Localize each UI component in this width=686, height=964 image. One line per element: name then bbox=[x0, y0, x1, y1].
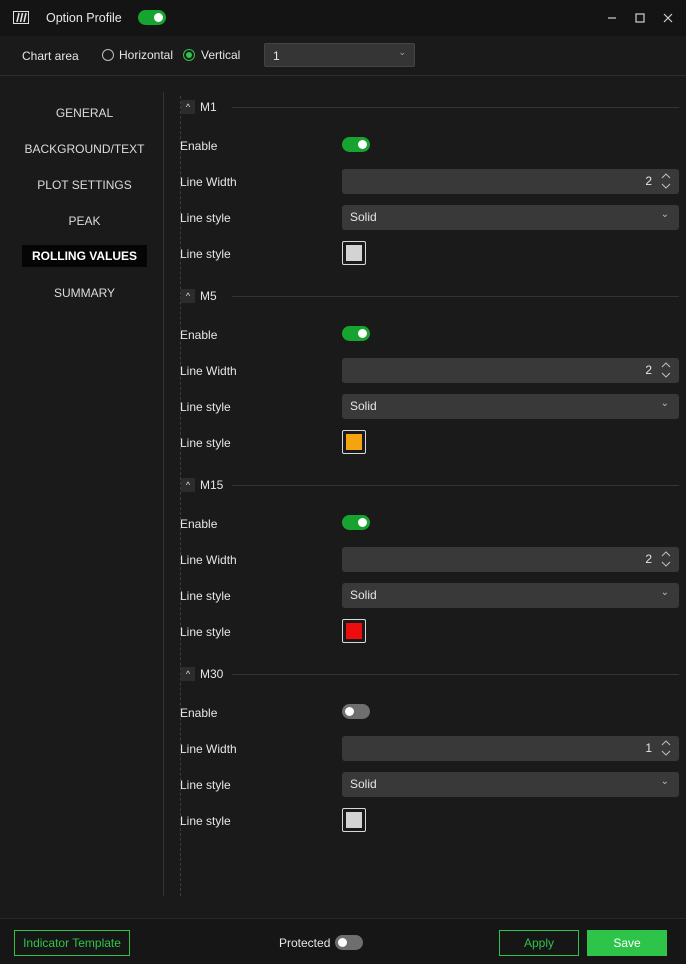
m5-line-width-input[interactable]: 2 bbox=[342, 358, 679, 383]
collapse-icon[interactable]: ^ bbox=[181, 100, 195, 114]
collapse-icon[interactable]: ^ bbox=[181, 478, 195, 492]
section-header-m1: ^ M1 bbox=[181, 100, 679, 116]
line-width-label: Line Width bbox=[180, 553, 237, 567]
protected-label: Protected bbox=[279, 936, 331, 950]
footer-bar: Indicator Template Protected Apply Save bbox=[0, 918, 686, 964]
line-style-label: Line style bbox=[180, 400, 231, 414]
sidebar-item-plot-settings[interactable]: PLOT SETTINGS bbox=[22, 174, 147, 196]
m15-line-style-select[interactable]: Solid ⌄ bbox=[342, 583, 679, 608]
sidebar-item-background-text[interactable]: BACKGROUND/TEXT bbox=[22, 138, 147, 160]
indicator-template-button[interactable]: Indicator Template bbox=[14, 930, 130, 956]
chart-area-select-value: 1 bbox=[273, 49, 280, 63]
minimize-icon[interactable] bbox=[603, 9, 621, 27]
swatch-fill bbox=[346, 434, 362, 450]
line-color-label: Line style bbox=[180, 247, 231, 261]
line-style-label: Line style bbox=[180, 589, 231, 603]
enable-label: Enable bbox=[180, 139, 218, 153]
swatch-fill bbox=[346, 812, 362, 828]
app-logo-icon bbox=[13, 11, 29, 24]
m30-line-width-input[interactable]: 1 bbox=[342, 736, 679, 761]
window-title: Option Profile bbox=[46, 11, 122, 25]
spinner-icon[interactable] bbox=[661, 172, 671, 190]
line-width-value: 2 bbox=[645, 363, 652, 377]
m1-enable-toggle[interactable] bbox=[342, 137, 370, 152]
m5-enable-toggle[interactable] bbox=[342, 326, 370, 341]
sidebar-item-summary[interactable]: SUMMARY bbox=[22, 282, 147, 304]
line-width-label: Line Width bbox=[180, 175, 237, 189]
m30-line-style-select[interactable]: Solid ⌄ bbox=[342, 772, 679, 797]
horizontal-radio-label[interactable]: Horizontal bbox=[119, 48, 173, 62]
section-divider bbox=[232, 674, 679, 675]
m15-color-swatch[interactable] bbox=[342, 619, 366, 643]
section-title: M5 bbox=[200, 289, 217, 303]
section-title: M15 bbox=[200, 478, 224, 492]
line-style-value: Solid bbox=[350, 210, 377, 224]
section-divider bbox=[232, 485, 679, 486]
sidebar-item-peak[interactable]: PEAK bbox=[22, 210, 147, 232]
chevron-down-icon: ⌄ bbox=[660, 776, 669, 787]
title-bar: Option Profile bbox=[0, 0, 686, 36]
close-icon[interactable] bbox=[659, 9, 677, 27]
vertical-radio[interactable] bbox=[183, 49, 195, 61]
line-width-value: 2 bbox=[645, 174, 652, 188]
chart-area-label: Chart area bbox=[22, 49, 79, 63]
chevron-down-icon: ⌄ bbox=[660, 587, 669, 598]
collapse-icon[interactable]: ^ bbox=[181, 289, 195, 303]
enable-label: Enable bbox=[180, 328, 218, 342]
enable-label: Enable bbox=[180, 706, 218, 720]
line-color-label: Line style bbox=[180, 814, 231, 828]
section-title: M30 bbox=[200, 667, 224, 681]
sidebar: GENERAL BACKGROUND/TEXT PLOT SETTINGS PE… bbox=[0, 92, 164, 896]
line-width-value: 1 bbox=[645, 741, 652, 755]
line-style-value: Solid bbox=[350, 588, 377, 602]
line-style-label: Line style bbox=[180, 778, 231, 792]
m1-line-style-select[interactable]: Solid ⌄ bbox=[342, 205, 679, 230]
line-style-label: Line style bbox=[180, 211, 231, 225]
spinner-icon[interactable] bbox=[661, 361, 671, 379]
m5-line-style-select[interactable]: Solid ⌄ bbox=[342, 394, 679, 419]
sidebar-item-general[interactable]: GENERAL bbox=[22, 102, 147, 124]
line-width-value: 2 bbox=[645, 552, 652, 566]
chevron-down-icon: ⌄ bbox=[660, 209, 669, 220]
line-color-label: Line style bbox=[180, 436, 231, 450]
section-header-m15: ^ M15 bbox=[181, 478, 679, 494]
m30-enable-toggle[interactable] bbox=[342, 704, 370, 719]
line-width-label: Line Width bbox=[180, 742, 237, 756]
m15-enable-toggle[interactable] bbox=[342, 515, 370, 530]
m1-line-width-input[interactable]: 2 bbox=[342, 169, 679, 194]
collapse-icon[interactable]: ^ bbox=[181, 667, 195, 681]
enable-label: Enable bbox=[180, 517, 218, 531]
line-style-value: Solid bbox=[350, 399, 377, 413]
section-header-m30: ^ M30 bbox=[181, 667, 679, 683]
profile-toggle[interactable] bbox=[138, 10, 166, 25]
m30-color-swatch[interactable] bbox=[342, 808, 366, 832]
swatch-fill bbox=[346, 245, 362, 261]
spinner-icon[interactable] bbox=[661, 739, 671, 757]
apply-button[interactable]: Apply bbox=[499, 930, 579, 956]
section-header-m5: ^ M5 bbox=[181, 289, 679, 305]
chart-area-select[interactable]: 1 ⌄ bbox=[264, 43, 415, 67]
line-width-label: Line Width bbox=[180, 364, 237, 378]
vertical-radio-label[interactable]: Vertical bbox=[201, 48, 240, 62]
protected-toggle[interactable] bbox=[335, 935, 363, 950]
line-style-value: Solid bbox=[350, 777, 377, 791]
section-divider bbox=[232, 296, 679, 297]
maximize-icon[interactable] bbox=[631, 9, 649, 27]
spinner-icon[interactable] bbox=[661, 550, 671, 568]
section-title: M1 bbox=[200, 100, 217, 114]
line-color-label: Line style bbox=[180, 625, 231, 639]
chevron-down-icon: ⌄ bbox=[660, 398, 669, 409]
m15-line-width-input[interactable]: 2 bbox=[342, 547, 679, 572]
save-button[interactable]: Save bbox=[587, 930, 667, 956]
section-divider bbox=[232, 107, 679, 108]
m1-color-swatch[interactable] bbox=[342, 241, 366, 265]
sidebar-item-rolling-values[interactable]: ROLLING VALUES bbox=[22, 245, 147, 267]
m5-color-swatch[interactable] bbox=[342, 430, 366, 454]
swatch-fill bbox=[346, 623, 362, 639]
chevron-down-icon: ⌄ bbox=[398, 47, 406, 57]
horizontal-radio[interactable] bbox=[102, 49, 114, 61]
